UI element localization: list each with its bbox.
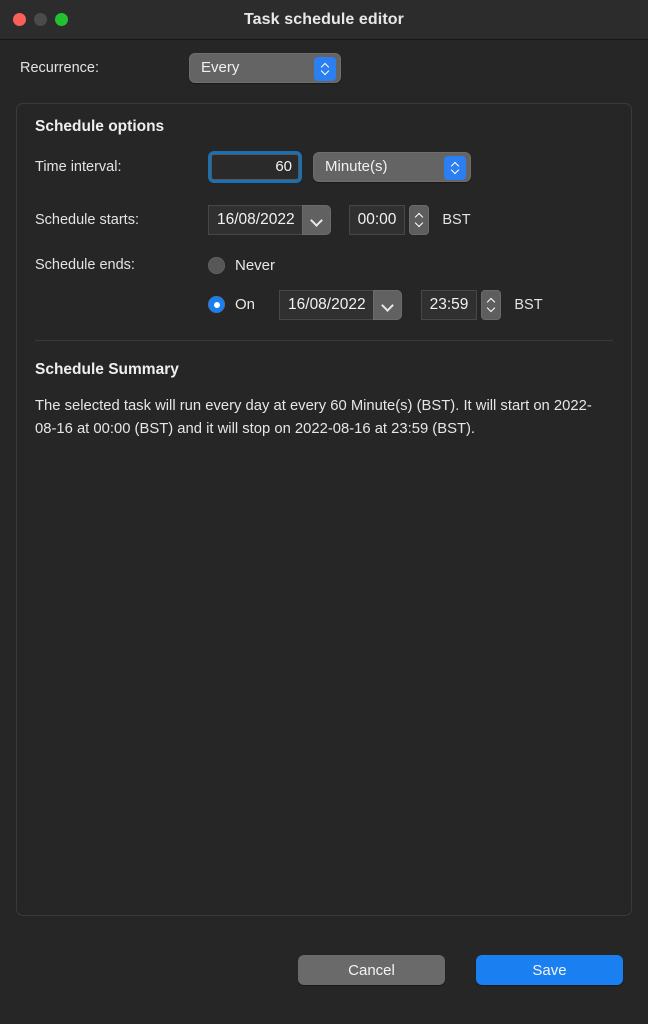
time-interval-focus-ring bbox=[208, 150, 302, 183]
recurrence-label: Recurrence: bbox=[20, 59, 99, 76]
zoom-button-icon[interactable] bbox=[55, 13, 68, 26]
window-title: Task schedule editor bbox=[244, 10, 404, 28]
schedule-starts-date-value[interactable]: 16/08/2022 bbox=[208, 204, 302, 235]
schedule-ends-options: Never On 16/08/2022 23:59 BST bbox=[208, 246, 543, 324]
schedule-ends-never-option[interactable]: Never bbox=[208, 246, 543, 285]
time-interval-unit-select[interactable]: Minute(s) bbox=[313, 151, 471, 182]
chevron-down-icon[interactable] bbox=[487, 306, 496, 311]
time-interval-unit-value: Minute(s) bbox=[325, 158, 388, 175]
schedule-options-content: Schedule options Time interval: Minute(s… bbox=[17, 104, 631, 341]
cancel-button[interactable]: Cancel bbox=[298, 955, 445, 985]
schedule-ends-time-value[interactable]: 23:59 bbox=[420, 289, 478, 320]
schedule-starts-row: Schedule starts: 16/08/2022 00:00 BST bbox=[35, 193, 613, 246]
schedule-starts-datepicker[interactable]: 16/08/2022 bbox=[208, 204, 331, 235]
calendar-dropdown-button[interactable] bbox=[372, 289, 402, 320]
dialog-footer: Cancel Save bbox=[0, 916, 648, 1024]
chevron-down-icon bbox=[451, 168, 460, 173]
schedule-options-title: Schedule options bbox=[35, 118, 165, 135]
time-interval-row: Time interval: Minute(s) bbox=[35, 140, 613, 193]
close-button-icon[interactable] bbox=[13, 13, 26, 26]
schedule-starts-time-value[interactable]: 00:00 bbox=[348, 204, 406, 235]
schedule-ends-label: Schedule ends: bbox=[35, 257, 135, 273]
minimize-button-icon[interactable] bbox=[34, 13, 47, 26]
chevron-updown-icon[interactable] bbox=[444, 155, 466, 180]
save-button[interactable]: Save bbox=[476, 955, 623, 985]
schedule-ends-datepicker[interactable]: 16/08/2022 bbox=[279, 289, 402, 320]
schedule-summary-title: Schedule Summary bbox=[35, 361, 179, 378]
schedule-ends-date-value[interactable]: 16/08/2022 bbox=[279, 289, 373, 320]
chevron-updown-icon[interactable] bbox=[314, 56, 336, 81]
schedule-starts-label: Schedule starts: bbox=[35, 211, 139, 228]
radio-never-label: Never bbox=[235, 257, 276, 274]
time-interval-input[interactable] bbox=[211, 153, 299, 180]
task-schedule-editor-window: Task schedule editor Recurrence: Every S… bbox=[0, 0, 648, 1024]
radio-on[interactable] bbox=[208, 296, 225, 313]
schedule-starts-timezone: BST bbox=[442, 211, 471, 228]
chevron-down-icon bbox=[311, 216, 322, 223]
calendar-dropdown-button[interactable] bbox=[301, 204, 331, 235]
chevron-up-icon[interactable] bbox=[415, 213, 424, 218]
chevron-down-icon bbox=[321, 69, 330, 74]
recurrence-row: Recurrence: Every bbox=[0, 40, 648, 83]
schedule-summary-text: The selected task will run every day at … bbox=[35, 398, 592, 437]
schedule-ends-row: Schedule ends: Never On 16/08/2022 23:59… bbox=[35, 246, 613, 332]
schedule-ends-on-option: On 16/08/2022 23:59 BST bbox=[208, 285, 543, 324]
schedule-starts-time-stepper[interactable] bbox=[409, 204, 430, 235]
recurrence-value: Every bbox=[201, 59, 240, 76]
recurrence-select[interactable]: Every bbox=[189, 52, 341, 83]
chevron-down-icon[interactable] bbox=[415, 221, 424, 226]
schedule-summary-section: Schedule Summary The selected task will … bbox=[17, 341, 631, 441]
chevron-down-icon bbox=[382, 301, 393, 308]
schedule-options-groupbox: Schedule options Time interval: Minute(s… bbox=[16, 103, 632, 916]
schedule-ends-timezone: BST bbox=[514, 296, 543, 313]
window-controls bbox=[13, 13, 68, 26]
chevron-up-icon[interactable] bbox=[487, 298, 496, 303]
schedule-ends-time-stepper[interactable] bbox=[481, 289, 502, 320]
time-interval-label: Time interval: bbox=[35, 158, 122, 175]
title-bar: Task schedule editor bbox=[0, 0, 648, 40]
radio-never[interactable] bbox=[208, 257, 225, 274]
radio-on-label: On bbox=[235, 296, 256, 313]
